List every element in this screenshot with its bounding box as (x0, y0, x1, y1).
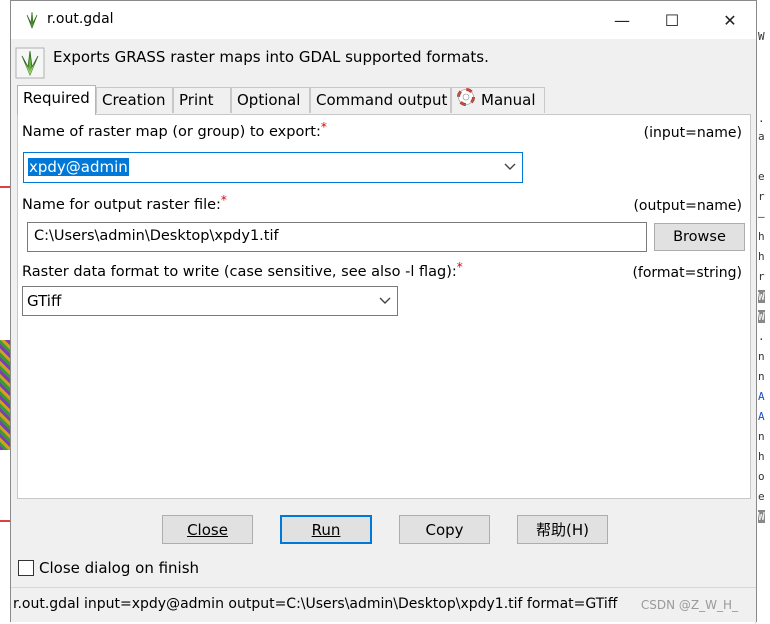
run-button[interactable]: Run (280, 515, 372, 544)
input-map-selected-text: xpdy@admin (28, 158, 129, 176)
tab-required[interactable]: Required (17, 85, 96, 115)
window-title: r.out.gdal (47, 11, 114, 27)
chevron-down-icon[interactable] (504, 157, 516, 181)
bg-char: o (758, 470, 765, 483)
close-on-finish-label: Close dialog on finish (39, 559, 200, 577)
module-header: Exports GRASS raster maps into GDAL supp… (11, 39, 756, 83)
bg-char: W (758, 290, 765, 303)
input-map-combobox[interactable]: xpdy@admin (23, 152, 523, 183)
watermark: CSDN @Z_W_H_ (640, 598, 738, 612)
dialog-window: r.out.gdal — ☐ ✕ Exports GRASS raster ma… (10, 0, 757, 622)
close-button-label: Close (187, 520, 228, 539)
bg-char: e (758, 490, 765, 503)
title-bar[interactable]: r.out.gdal — ☐ ✕ (11, 1, 756, 39)
bg-char: h (758, 230, 765, 243)
format-label-text: Raster data format to write (case sensit… (22, 264, 457, 280)
format-hint: (format=string) (632, 265, 742, 281)
tab-print[interactable]: Print (173, 87, 231, 113)
minimize-button[interactable]: — (599, 1, 645, 39)
tab-label: Command output (316, 91, 448, 109)
required-marker: * (320, 120, 327, 134)
bg-char: n (758, 370, 765, 383)
bg-char: — (758, 210, 765, 223)
output-label: Name for output raster file:* (22, 193, 227, 213)
close-on-finish-checkbox[interactable] (18, 560, 34, 576)
format-combobox[interactable]: GTiff (22, 286, 398, 316)
bg-char: A (758, 390, 765, 403)
copy-button[interactable]: Copy (399, 515, 490, 544)
browse-button-label: Browse (673, 229, 726, 245)
tab-command-output[interactable]: Command output (310, 87, 451, 113)
module-description: Exports GRASS raster maps into GDAL supp… (53, 48, 489, 66)
output-file-field[interactable]: C:\Users\admin\Desktop\xpdy1.tif (27, 222, 647, 252)
background-map-fragment (0, 340, 10, 450)
tab-manual[interactable]: Manual (451, 87, 545, 113)
input-map-value: xpdy@admin (28, 158, 129, 176)
required-marker: * (456, 260, 463, 274)
grass-app-icon (23, 11, 41, 29)
bg-char: e (758, 170, 765, 183)
bg-char: r (758, 190, 765, 203)
close-on-finish-option[interactable]: Close dialog on finish (18, 559, 199, 577)
help-button-label: 帮助(H) (536, 521, 589, 539)
close-window-button[interactable]: ✕ (707, 1, 753, 39)
maximize-button[interactable]: ☐ (649, 1, 695, 39)
tab-label: Creation (102, 91, 166, 109)
bg-char: r (758, 270, 765, 283)
bg-char: n (758, 430, 765, 443)
tab-label: Print (179, 91, 214, 109)
format-label: Raster data format to write (case sensit… (22, 260, 463, 280)
tab-optional[interactable]: Optional (231, 87, 310, 113)
output-label-text: Name for output raster file: (22, 197, 221, 213)
lifebuoy-icon (457, 88, 475, 113)
bg-char: W (758, 510, 765, 523)
background-red-line (0, 186, 10, 188)
required-panel: Name of raster map (or group) to export:… (17, 114, 751, 499)
status-bar: r.out.gdal input=xpdy@admin output=C:\Us… (11, 587, 756, 622)
input-label: Name of raster map (or group) to export:… (22, 120, 327, 140)
copy-button-label: Copy (425, 520, 464, 539)
bg-char: W (758, 310, 765, 323)
command-preview: r.out.gdal input=xpdy@admin output=C:\Us… (13, 596, 618, 612)
tab-label: Manual (481, 91, 536, 109)
background-red-line-2 (0, 520, 10, 522)
output-hint: (output=name) (633, 198, 742, 214)
format-value: GTiff (27, 292, 62, 310)
background-left-edge (0, 0, 10, 624)
tab-creation[interactable]: Creation (96, 87, 173, 113)
grass-logo-icon (15, 47, 45, 79)
tab-label: Required (23, 89, 90, 107)
chevron-down-icon[interactable] (379, 291, 391, 315)
bg-char: . (758, 330, 765, 343)
close-button[interactable]: Close (162, 515, 253, 544)
tab-label: Optional (237, 91, 301, 109)
bg-char: n (758, 350, 765, 363)
bg-char: a (758, 130, 765, 143)
input-label-text: Name of raster map (or group) to export: (22, 124, 321, 140)
input-hint: (input=name) (643, 125, 742, 141)
bg-char: W (758, 30, 765, 43)
browse-button[interactable]: Browse (654, 223, 745, 251)
bg-char: A (758, 410, 765, 423)
required-marker: * (220, 193, 227, 207)
bg-char: . (758, 112, 765, 125)
output-file-value: C:\Users\admin\Desktop\xpdy1.tif (34, 228, 279, 244)
background-text-editor: W . a e r — h h r W W . n n A A n h o e … (755, 0, 770, 624)
help-button[interactable]: 帮助(H) (517, 515, 608, 544)
bg-char: h (758, 450, 765, 463)
bg-char: h (758, 250, 765, 263)
run-button-label: Run (311, 520, 341, 539)
